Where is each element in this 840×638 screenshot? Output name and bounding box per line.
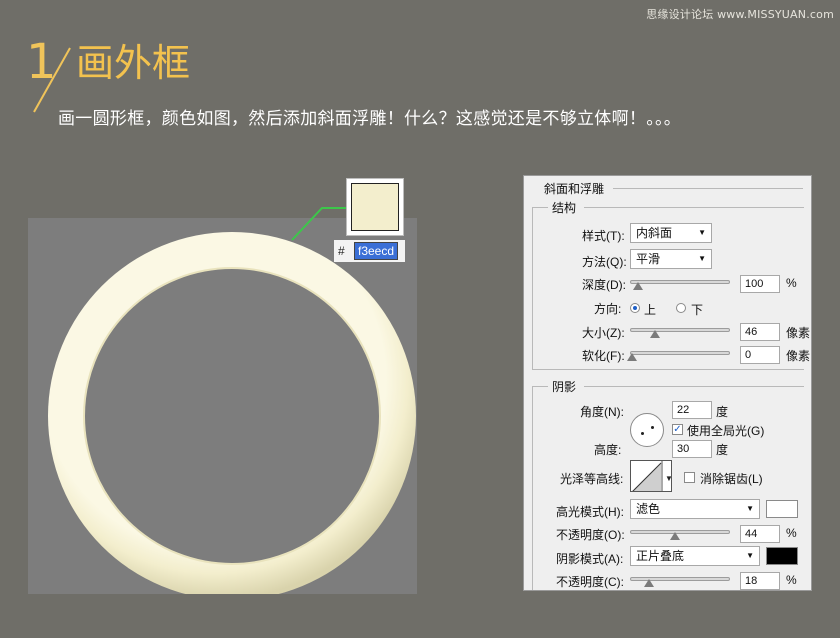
highlight-opacity-unit: % [786,526,797,540]
highlight-opacity-thumb[interactable] [670,532,680,540]
chevron-down-icon: ▼ [746,551,754,560]
highlight-mode-label: 高光模式(H): [556,505,624,519]
shadow-opacity-unit: % [786,573,797,587]
soften-slider[interactable] [630,351,730,355]
chevron-down-icon: ▼ [698,228,706,237]
direction-up-label: 上 [644,303,657,317]
size-label: 大小(Z): [582,326,625,340]
color-swatch[interactable] [346,178,404,236]
direction-label: 方向: [594,302,622,316]
antialias-checkbox[interactable] [684,472,695,483]
highlight-opacity-slider[interactable] [630,530,730,534]
angle-dial-dot [651,426,654,429]
technique-label: 方法(Q): [582,255,627,269]
size-unit: 像素 [786,326,811,340]
bevel-emboss-panel: 斜面和浮雕 结构 样式(T): 内斜面 ▼ 方法(Q): 平滑 ▼ 深度(D):… [523,175,812,591]
soften-label: 软化(F): [582,349,625,363]
hex-field[interactable]: # f3eecd [334,240,405,262]
angle-dial[interactable] [630,413,664,447]
highlight-mode-dropdown[interactable]: 滤色 ▼ [630,499,760,519]
direction-up-radio[interactable] [630,303,640,313]
angle-label: 角度(N): [580,405,624,419]
soften-unit: 像素 [786,349,811,363]
depth-label: 深度(D): [582,278,626,292]
antialias-label: 消除锯齿(L) [700,472,763,486]
hex-hash-label: # [338,244,345,258]
angle-unit: 度 [716,405,729,419]
depth-slider-thumb[interactable] [633,282,643,290]
technique-dropdown[interactable]: 平滑 ▼ [630,249,712,269]
chevron-down-icon: ▼ [698,254,706,263]
shadow-opacity-input[interactable]: 18 [740,572,780,590]
color-swatch-fill [351,183,399,231]
technique-value: 平滑 [636,252,661,266]
style-dropdown[interactable]: 内斜面 ▼ [630,223,712,243]
highlight-opacity-label: 不透明度(O): [556,528,625,542]
soften-input[interactable]: 0 [740,346,780,364]
chevron-down-icon: ▼ [746,504,754,513]
highlight-mode-value: 滤色 [636,502,661,516]
panel-title: 斜面和浮雕 [544,182,605,196]
altitude-label: 高度: [594,443,622,457]
global-light-label: 使用全局光(G) [687,424,765,438]
size-input[interactable]: 46 [740,323,780,341]
description-text: 画一圆形框，颜色如图，然后添加斜面浮雕！什么？这感觉还是不够立体啊！。。。 [58,109,682,129]
angle-dial-center [641,432,644,435]
panel-title-divider [613,188,803,189]
global-light-checkbox[interactable]: ✓ [672,424,683,435]
direction-down-label: 下 [691,303,704,317]
altitude-input[interactable]: 30 [672,440,712,458]
highlight-opacity-input[interactable]: 44 [740,525,780,543]
size-slider[interactable] [630,328,730,332]
structure-group-label: 结构 [552,201,577,215]
shadow-opacity-thumb[interactable] [644,579,654,587]
soften-slider-thumb[interactable] [627,353,637,361]
depth-input[interactable]: 100 [740,275,780,293]
direction-down-radio[interactable] [676,303,686,313]
gloss-contour-preview[interactable]: ▼ [630,460,672,492]
canvas-area [28,218,417,594]
shading-group-label: 阴影 [552,380,577,394]
page-title: 画外框 [76,41,191,85]
watermark: 思缘设计论坛 www.MISSYUAN.com [646,8,834,21]
altitude-unit: 度 [716,443,729,457]
angle-input[interactable]: 22 [672,401,712,419]
hex-value-input[interactable]: f3eecd [354,242,399,260]
depth-slider[interactable] [630,280,730,284]
contour-curve-icon: ▼ [632,461,672,491]
depth-unit: % [786,276,797,290]
svg-text:▼: ▼ [665,474,672,483]
connector-line [291,207,348,241]
shadow-opacity-label: 不透明度(C): [556,575,624,589]
style-label: 样式(T): [582,229,625,243]
shadow-color-swatch[interactable] [766,547,798,565]
shadow-mode-dropdown[interactable]: 正片叠底 ▼ [630,546,760,566]
shadow-mode-label: 阴影模式(A): [556,552,624,566]
gloss-contour-label: 光泽等高线: [560,472,624,486]
highlight-color-swatch[interactable] [766,500,798,518]
ring-frame [48,232,416,594]
size-slider-thumb[interactable] [650,330,660,338]
style-value: 内斜面 [636,226,673,240]
shadow-mode-value: 正片叠底 [636,549,685,563]
